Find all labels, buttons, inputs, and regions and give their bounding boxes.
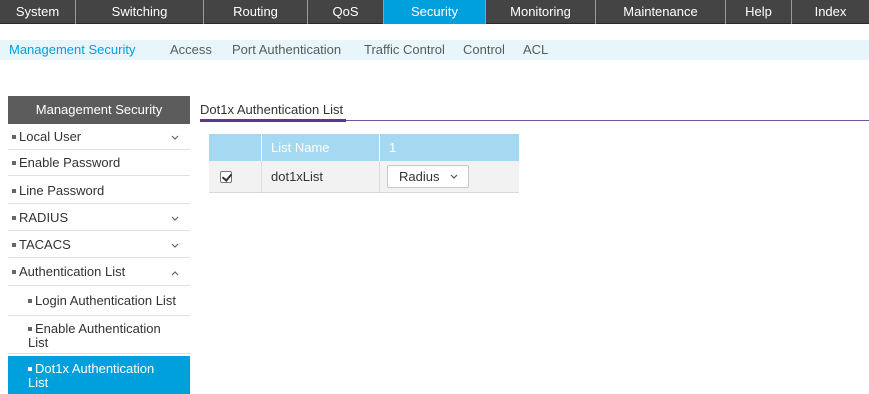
- subnav-access[interactable]: Access: [170, 40, 212, 60]
- column-divider: [379, 134, 380, 161]
- bullet-icon: [12, 242, 16, 247]
- content-tab-underline: [200, 119, 346, 122]
- bullet-icon: [12, 188, 16, 193]
- subnav-top-band: [0, 24, 869, 40]
- column-divider: [379, 161, 380, 193]
- sidebar-item-enable-authentication-list[interactable]: Enable Authentication List: [8, 316, 190, 354]
- sidebar-item-login-authentication-list[interactable]: Login Authentication List: [8, 286, 190, 316]
- chevron-down-icon[interactable]: [170, 133, 180, 143]
- table-row: dot1xList Radius: [209, 161, 519, 193]
- sidebar-item-radius[interactable]: RADIUS: [8, 204, 190, 231]
- bullet-icon: [12, 269, 16, 274]
- header-method-1: 1: [389, 140, 397, 155]
- tab-security[interactable]: Security: [384, 0, 486, 24]
- column-divider: [261, 134, 262, 161]
- sidebar-item-authentication-list[interactable]: Authentication List: [8, 258, 190, 286]
- bullet-icon: [12, 160, 16, 165]
- tab-qos[interactable]: QoS: [308, 0, 384, 24]
- subnav-acl[interactable]: ACL: [523, 40, 548, 60]
- table-header: List Name 1: [209, 134, 519, 161]
- chevron-down-icon[interactable]: [170, 214, 180, 224]
- row-checkbox[interactable]: [220, 171, 232, 183]
- sidebar: Management Security Local User Enable Pa…: [8, 96, 190, 394]
- sidebar-item-local-user[interactable]: Local User: [8, 124, 190, 150]
- subnav-port-authentication[interactable]: Port Authentication: [232, 40, 341, 60]
- chevron-down-icon[interactable]: [170, 241, 180, 251]
- tab-index[interactable]: Index: [792, 0, 869, 24]
- sub-nav: Management Security Access Port Authenti…: [0, 40, 869, 60]
- sidebar-item-line-password[interactable]: Line Password: [8, 176, 190, 204]
- bullet-icon: [28, 326, 32, 331]
- tab-routing[interactable]: Routing: [204, 0, 308, 24]
- top-nav: System Switching Routing QoS Security Mo…: [0, 0, 869, 24]
- content-tab-dot1x-authentication-list[interactable]: Dot1x Authentication List: [200, 102, 343, 117]
- bullet-icon: [12, 215, 16, 220]
- sidebar-item-tacacs[interactable]: TACACS: [8, 231, 190, 258]
- chevron-up-icon[interactable]: [170, 268, 180, 278]
- subnav-management-security[interactable]: Management Security: [9, 40, 135, 60]
- sidebar-item-dot1x-authentication-list[interactable]: Dot1x Authentication List: [8, 356, 190, 394]
- subnav-traffic-control[interactable]: Traffic Control: [364, 40, 445, 60]
- row-list-name: dot1xList: [271, 169, 324, 184]
- method-1-select[interactable]: Radius: [387, 165, 469, 188]
- method-1-value: Radius: [399, 169, 440, 184]
- sidebar-title: Management Security: [8, 96, 190, 124]
- tab-maintenance[interactable]: Maintenance: [596, 0, 726, 24]
- bullet-icon: [28, 298, 32, 303]
- tab-switching[interactable]: Switching: [76, 0, 204, 24]
- column-divider: [261, 161, 262, 193]
- tab-system[interactable]: System: [0, 0, 76, 24]
- subnav-control[interactable]: Control: [463, 40, 505, 60]
- chevron-down-icon: [450, 174, 458, 179]
- sidebar-item-enable-password[interactable]: Enable Password: [8, 150, 190, 176]
- tab-help[interactable]: Help: [726, 0, 792, 24]
- bullet-icon: [28, 366, 32, 371]
- bullet-icon: [12, 134, 16, 139]
- header-list-name: List Name: [271, 140, 330, 155]
- tab-monitoring[interactable]: Monitoring: [486, 0, 596, 24]
